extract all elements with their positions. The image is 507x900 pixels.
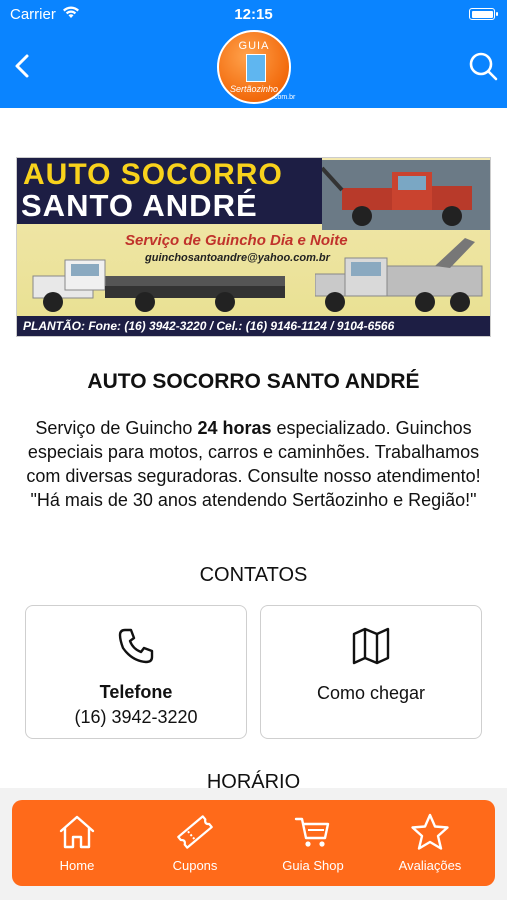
description-text: Serviço de Guincho [35,418,198,438]
tow-truck-illustration [322,160,490,230]
cart-icon [294,817,330,847]
business-name: AUTO SOCORRO SANTO ANDRÉ [87,370,420,393]
directions-card[interactable]: Como chegar [260,605,482,739]
app-logo: GUIA Sertãozinho [217,30,291,104]
flatbed-truck-illustration [32,259,285,312]
tab-home[interactable]: Home [18,800,136,886]
contacts-heading: CONTATOS [199,564,308,586]
wrecker-truck-illustration [315,238,483,312]
phone-number[interactable]: (16) 3942-3220 [26,707,246,728]
star-icon [411,813,449,850]
logo-text-top: GUIA [238,40,270,52]
description-highlight: 24 horas [197,418,272,438]
phone-label: Telefone [99,682,173,702]
tab-home-label: Home [59,858,95,873]
search-icon[interactable] [467,50,499,82]
ticket-icon [177,815,213,849]
home-icon [59,815,95,849]
banner-line1: AUTO SOCORRO [23,158,283,191]
phone-icon [118,628,154,664]
logo-domain: .com.br [272,94,296,101]
directions-label: Como chegar [316,683,426,703]
battery-icon [469,8,498,20]
tab-cupons-label: Cupons [172,858,218,873]
logo-text-bottom: Sertãozinho [229,84,279,94]
clock: 12:15 [234,6,273,23]
business-banner: AUTO SOCORRO SANTO ANDRÉ Serviço de Guin… [16,157,491,337]
building-icon [246,54,266,82]
tab-guia-shop[interactable]: Guia Shop [254,800,372,886]
business-description: Serviço de Guincho 24 horas especializad… [10,416,497,512]
bottom-tab-bar: Home Cupons Guia Shop Avaliações [12,800,495,886]
chevron-left-icon[interactable] [8,48,36,84]
tab-cupons[interactable]: Cupons [136,800,254,886]
top-bar: Carrier 12:15 GUIA Sertãozinho .com.br [0,0,507,108]
map-icon [352,627,390,665]
tab-guia-shop-label: Guia Shop [282,858,344,873]
tab-avaliacoes[interactable]: Avaliações [371,800,489,886]
tab-avaliacoes-label: Avaliações [398,858,462,873]
phone-card[interactable]: Telefone (16) 3942-3220 [25,605,247,739]
banner-line2: SANTO ANDRÉ [21,188,258,223]
status-bar: Carrier 12:15 [0,0,507,28]
banner-contact: PLANTÃO: Fone: (16) 3942-3220 / Cel.: (1… [23,319,395,333]
